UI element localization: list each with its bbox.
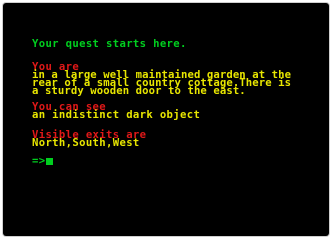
items-list: an indistinct dark object bbox=[32, 109, 201, 121]
game-screen: Your quest starts here. You are in a lar… bbox=[3, 3, 329, 236]
command-input[interactable]: => bbox=[32, 155, 54, 167]
command-prompt: => bbox=[32, 155, 46, 167]
location-description-line: a sturdy wooden door to the east. bbox=[32, 85, 246, 97]
text-cursor bbox=[46, 158, 54, 165]
intro-text: Your quest starts here. bbox=[32, 38, 187, 50]
exits-list: North,South,West bbox=[32, 137, 140, 149]
